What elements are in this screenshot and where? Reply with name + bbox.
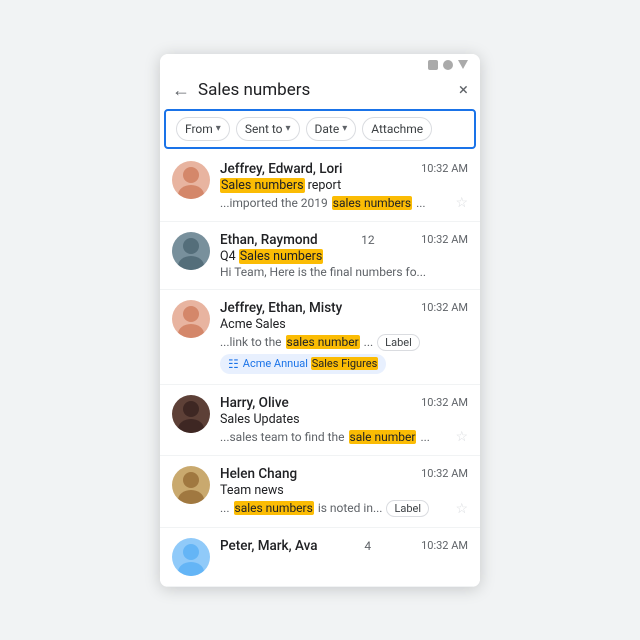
status-icon-square — [428, 60, 438, 70]
email-time-3: 10:32 AM — [421, 301, 468, 314]
email-time-2: 10:32 AM — [421, 233, 468, 246]
status-icon-triangle — [458, 60, 468, 69]
filter-from[interactable]: From ▾ — [176, 117, 230, 141]
email-preview-3: ...link to the sales number... Label — [220, 334, 420, 351]
email-header-1: Jeffrey, Edward, Lori 10:32 AM — [220, 161, 468, 177]
bottom-row-4: ...sales team to find the sale number...… — [220, 429, 468, 445]
sender-name-3: Jeffrey, Ethan, Misty — [220, 300, 342, 316]
phone-frame: ← Sales numbers × From ▾ Sent to ▾ Date … — [160, 54, 480, 587]
email-preview-2: Hi Team, Here is the final numbers fo... — [220, 265, 468, 279]
email-item-3[interactable]: Jeffrey, Ethan, Misty 10:32 AM Acme Sale… — [160, 290, 480, 385]
unread-count-2: 12 — [361, 233, 375, 247]
email-content-4: Harry, Olive 10:32 AM Sales Updates ...s… — [220, 395, 468, 445]
email-subject-1: Sales numbers report — [220, 178, 468, 193]
star-icon-1[interactable]: ☆ — [455, 195, 468, 211]
filter-bar: From ▾ Sent to ▾ Date ▾ Attachme — [164, 109, 476, 149]
email-subject-5: Team news — [220, 483, 468, 498]
email-header-2: Ethan, Raymond 12 10:32 AM — [220, 232, 468, 248]
filter-sent-to-label: Sent to — [245, 122, 283, 136]
label-chip-5[interactable]: Label — [386, 500, 429, 517]
search-bar: ← Sales numbers × — [160, 74, 480, 109]
avatar-6 — [172, 538, 210, 576]
email-content-6: Peter, Mark, Ava 4 10:32 AM — [220, 538, 468, 555]
filter-from-arrow: ▾ — [216, 123, 221, 134]
back-arrow-icon[interactable]: ← — [172, 80, 190, 101]
email-time-1: 10:32 AM — [421, 162, 468, 175]
label-chip-3[interactable]: Label — [377, 334, 420, 351]
star-icon-4[interactable]: ☆ — [455, 429, 468, 445]
email-subject-2: Q4 Sales numbers — [220, 249, 468, 264]
filter-sent-to[interactable]: Sent to ▾ — [236, 117, 300, 141]
star-icon-5[interactable]: ☆ — [455, 501, 468, 517]
attachment-text-3: Acme Annual Sales Figures — [243, 357, 378, 370]
email-header-4: Harry, Olive 10:32 AM — [220, 395, 468, 411]
search-query-text: Sales numbers — [198, 80, 451, 100]
avatar-5 — [172, 466, 210, 504]
sender-name-4: Harry, Olive — [220, 395, 289, 411]
avatar-2 — [172, 232, 210, 270]
avatar-4 — [172, 395, 210, 433]
filter-date[interactable]: Date ▾ — [306, 117, 357, 141]
attachment-chip-3[interactable]: ☷ Acme Annual Sales Figures — [220, 354, 386, 374]
sender-name-2: Ethan, Raymond — [220, 232, 318, 248]
email-content-3: Jeffrey, Ethan, Misty 10:32 AM Acme Sale… — [220, 300, 468, 374]
email-content-1: Jeffrey, Edward, Lori 10:32 AM Sales num… — [220, 161, 468, 211]
filter-sent-to-arrow: ▾ — [286, 123, 291, 134]
sender-name-1: Jeffrey, Edward, Lori — [220, 161, 342, 177]
email-time-5: 10:32 AM — [421, 467, 468, 480]
email-item-6[interactable]: Peter, Mark, Ava 4 10:32 AM — [160, 528, 480, 587]
email-header-6: Peter, Mark, Ava 4 10:32 AM — [220, 538, 468, 554]
email-preview-1: ...imported the 2019 sales numbers... — [220, 196, 426, 210]
doc-icon-3: ☷ — [228, 357, 239, 371]
email-item-1[interactable]: Jeffrey, Edward, Lori 10:32 AM Sales num… — [160, 151, 480, 222]
email-time-6: 10:32 AM — [421, 539, 468, 552]
filter-from-label: From — [185, 122, 213, 136]
email-list: Jeffrey, Edward, Lori 10:32 AM Sales num… — [160, 151, 480, 587]
email-time-4: 10:32 AM — [421, 396, 468, 409]
status-icon-circle — [443, 60, 453, 70]
email-content-2: Ethan, Raymond 12 10:32 AM Q4 Sales numb… — [220, 232, 468, 279]
email-subject-3: Acme Sales — [220, 317, 468, 332]
email-item-4[interactable]: Harry, Olive 10:32 AM Sales Updates ...s… — [160, 385, 480, 456]
email-header-3: Jeffrey, Ethan, Misty 10:32 AM — [220, 300, 468, 316]
unread-count-6: 4 — [364, 539, 371, 553]
email-preview-4: ...sales team to find the sale number... — [220, 430, 430, 444]
bottom-row-1: ...imported the 2019 sales numbers... ☆ — [220, 195, 468, 211]
email-item-2[interactable]: Ethan, Raymond 12 10:32 AM Q4 Sales numb… — [160, 222, 480, 290]
subject-highlight-1: Sales numbers — [220, 178, 305, 193]
email-item-5[interactable]: Helen Chang 10:32 AM Team news ...sales … — [160, 456, 480, 528]
bottom-row-3: ...link to the sales number... Label — [220, 334, 468, 351]
status-bar — [160, 54, 480, 74]
email-preview-5: ...sales numbers is noted in... Label — [220, 500, 429, 517]
filter-attachments-label: Attachme — [371, 122, 423, 136]
avatar-1 — [172, 161, 210, 199]
bottom-row-5: ...sales numbers is noted in... Label ☆ — [220, 500, 468, 517]
email-content-5: Helen Chang 10:32 AM Team news ...sales … — [220, 466, 468, 517]
sender-name-5: Helen Chang — [220, 466, 297, 482]
filter-attachments[interactable]: Attachme — [362, 117, 432, 141]
email-subject-4: Sales Updates — [220, 412, 468, 427]
close-icon[interactable]: × — [459, 80, 468, 100]
filter-date-arrow: ▾ — [342, 123, 347, 134]
filter-date-label: Date — [315, 122, 340, 136]
sender-name-6: Peter, Mark, Ava — [220, 538, 317, 554]
email-header-5: Helen Chang 10:32 AM — [220, 466, 468, 482]
avatar-3 — [172, 300, 210, 338]
